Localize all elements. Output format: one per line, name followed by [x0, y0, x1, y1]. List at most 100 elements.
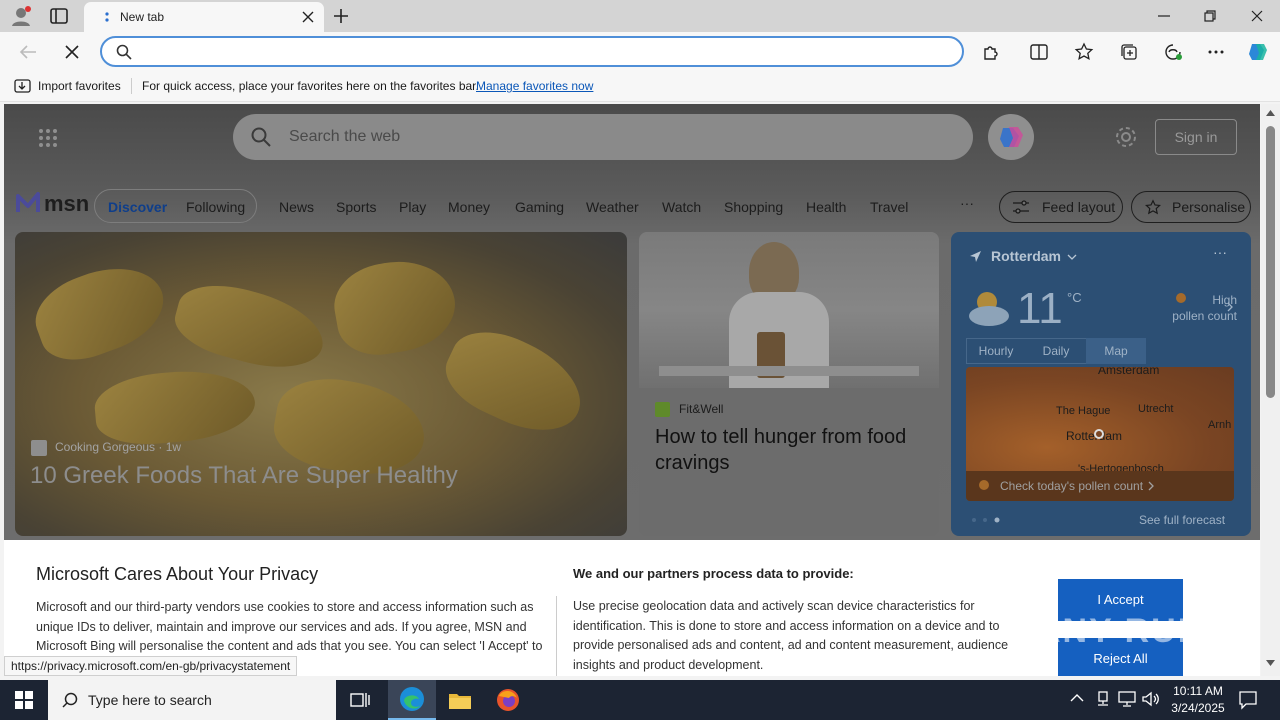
- privacy-purposes-text: Use precise geolocation data and activel…: [573, 599, 1009, 672]
- start-button[interactable]: [0, 680, 48, 720]
- sign-in-button[interactable]: Sign in: [1155, 119, 1237, 155]
- pollen-link[interactable]: Check today's pollen count: [966, 471, 1234, 501]
- map-label: Amsterdam: [1098, 367, 1160, 377]
- nav-sports[interactable]: Sports: [336, 199, 376, 215]
- network-icon[interactable]: [1095, 691, 1111, 707]
- clock-date: 3/24/2025: [1171, 701, 1225, 715]
- chevron-down-icon[interactable]: [1067, 254, 1077, 260]
- tab-actions-icon[interactable]: [50, 8, 68, 24]
- volume-icon[interactable]: [1142, 691, 1160, 707]
- new-tab-icon[interactable]: [332, 7, 350, 25]
- extensions-icon[interactable]: [979, 40, 1003, 64]
- msn-logo-icon[interactable]: [16, 192, 40, 214]
- firefox-icon[interactable]: [484, 680, 532, 720]
- import-favorites-button[interactable]: Import favorites: [38, 79, 121, 93]
- system-clock[interactable]: 10:11 AM 3/24/2025: [1160, 683, 1236, 717]
- weather-map[interactable]: Amsterdam The Hague Utrecht Rotterdam Ar…: [966, 367, 1234, 501]
- chevron-up-icon[interactable]: [1070, 693, 1084, 702]
- edge-taskbar-icon[interactable]: [388, 680, 436, 720]
- back-icon[interactable]: [16, 40, 40, 64]
- scroll-up-icon[interactable]: [1266, 110, 1275, 116]
- stop-loading-icon[interactable]: [60, 40, 84, 64]
- monitor-icon[interactable]: [1118, 691, 1136, 707]
- weather-more-button[interactable]: ···: [1213, 244, 1227, 260]
- tab-title: New tab: [120, 10, 165, 24]
- nav-weather[interactable]: Weather: [586, 199, 639, 215]
- hero-title[interactable]: 10 Greek Foods That Are Super Healthy: [30, 462, 458, 490]
- nav-more-button[interactable]: ···: [960, 195, 974, 211]
- nav-shopping[interactable]: Shopping: [724, 199, 783, 215]
- nav-watch[interactable]: Watch: [662, 199, 701, 215]
- file-explorer-icon[interactable]: [436, 680, 484, 720]
- pollen-indicator[interactable]: High pollen count: [1137, 292, 1237, 324]
- scroll-down-icon[interactable]: [1266, 660, 1275, 666]
- browser-essentials-icon[interactable]: [1161, 40, 1185, 64]
- map-label: Arnh: [1208, 419, 1232, 431]
- import-favorites-icon[interactable]: [14, 78, 31, 94]
- copilot-button[interactable]: [988, 114, 1034, 160]
- apps-grid-icon[interactable]: [38, 128, 58, 148]
- nav-gaming[interactable]: Gaming: [515, 199, 564, 215]
- close-window-button[interactable]: [1234, 0, 1280, 32]
- msn-logo[interactable]: msn: [44, 191, 89, 217]
- taskbar-search[interactable]: Type here to search: [48, 680, 336, 720]
- page-scrollbar[interactable]: [1261, 104, 1280, 676]
- favorites-bar: Import favorites For quick access, place…: [0, 72, 1280, 102]
- favorites-hint: For quick access, place your favorites h…: [142, 79, 479, 93]
- tab-discover[interactable]: Discover: [108, 199, 167, 215]
- source-logo: [655, 402, 670, 417]
- profile-icon[interactable]: [10, 5, 32, 27]
- full-forecast-link[interactable]: See full forecast: [1139, 513, 1225, 527]
- feed-layout-button[interactable]: Feed layout: [999, 191, 1123, 223]
- copilot-icon[interactable]: [1246, 40, 1270, 64]
- tab-hourly[interactable]: Hourly: [966, 338, 1026, 364]
- hero-age: 1w: [165, 440, 182, 454]
- weather-card[interactable]: Rotterdam ··· 11 °C High pollen count Ho…: [951, 232, 1251, 536]
- card2-source: Fit&Well: [679, 402, 724, 416]
- tab-new-tab[interactable]: New tab: [84, 2, 324, 32]
- split-screen-icon[interactable]: [1027, 40, 1051, 64]
- address-bar[interactable]: [100, 36, 964, 67]
- chevron-right-icon[interactable]: [1227, 302, 1233, 312]
- minimize-button[interactable]: [1141, 0, 1187, 32]
- search-icon: [116, 44, 132, 60]
- nav-money[interactable]: Money: [448, 199, 490, 215]
- tab-map[interactable]: Map: [1086, 338, 1146, 364]
- news-card[interactable]: Fit&Well How to tell hunger from food cr…: [639, 232, 939, 536]
- personalise-button[interactable]: Personalise: [1131, 191, 1251, 223]
- settings-gear-icon[interactable]: [1114, 125, 1138, 149]
- favorites-star-icon[interactable]: [1072, 40, 1096, 64]
- manage-favorites-link[interactable]: Manage favorites now: [476, 79, 593, 93]
- search-icon: [62, 692, 78, 708]
- tab-following[interactable]: Following: [186, 199, 245, 215]
- task-view-icon[interactable]: [336, 680, 384, 720]
- status-url: https://privacy.microsoft.com/en-gb/priv…: [4, 656, 298, 676]
- weather-unit: °C: [1067, 290, 1082, 305]
- address-input[interactable]: [138, 43, 938, 61]
- map-label: Utrecht: [1138, 403, 1174, 415]
- card2-title[interactable]: How to tell hunger from food cravings: [655, 424, 925, 476]
- partly-cloudy-icon: [965, 288, 1013, 328]
- taskbar: Type here to search 10:11 AM 3/24/2025: [0, 680, 1280, 720]
- clock-time: 10:11 AM: [1173, 684, 1223, 698]
- divider: [131, 78, 132, 94]
- restore-button[interactable]: [1187, 0, 1233, 32]
- source-logo: [31, 440, 47, 456]
- weather-city[interactable]: Rotterdam: [991, 248, 1061, 264]
- hero-card[interactable]: Cooking Gorgeous · 1w 10 Greek Foods Tha…: [15, 232, 627, 536]
- carousel-dots[interactable]: [971, 517, 1003, 523]
- nav-news[interactable]: News: [279, 199, 314, 215]
- location-arrow-icon: [969, 250, 982, 263]
- tab-daily[interactable]: Daily: [1026, 338, 1086, 364]
- nav-travel[interactable]: Travel: [870, 199, 908, 215]
- collections-icon[interactable]: [1117, 40, 1141, 64]
- close-tab-icon[interactable]: [302, 11, 314, 23]
- web-search-box[interactable]: Search the web: [233, 114, 973, 160]
- more-menu-icon[interactable]: [1204, 40, 1228, 64]
- nav-health[interactable]: Health: [806, 199, 846, 215]
- watermark: ANY RUN: [1036, 612, 1205, 650]
- feed-layout-label: Feed layout: [1042, 199, 1116, 215]
- nav-play[interactable]: Play: [399, 199, 426, 215]
- notifications-icon[interactable]: [1238, 690, 1258, 710]
- scroll-thumb[interactable]: [1266, 126, 1275, 398]
